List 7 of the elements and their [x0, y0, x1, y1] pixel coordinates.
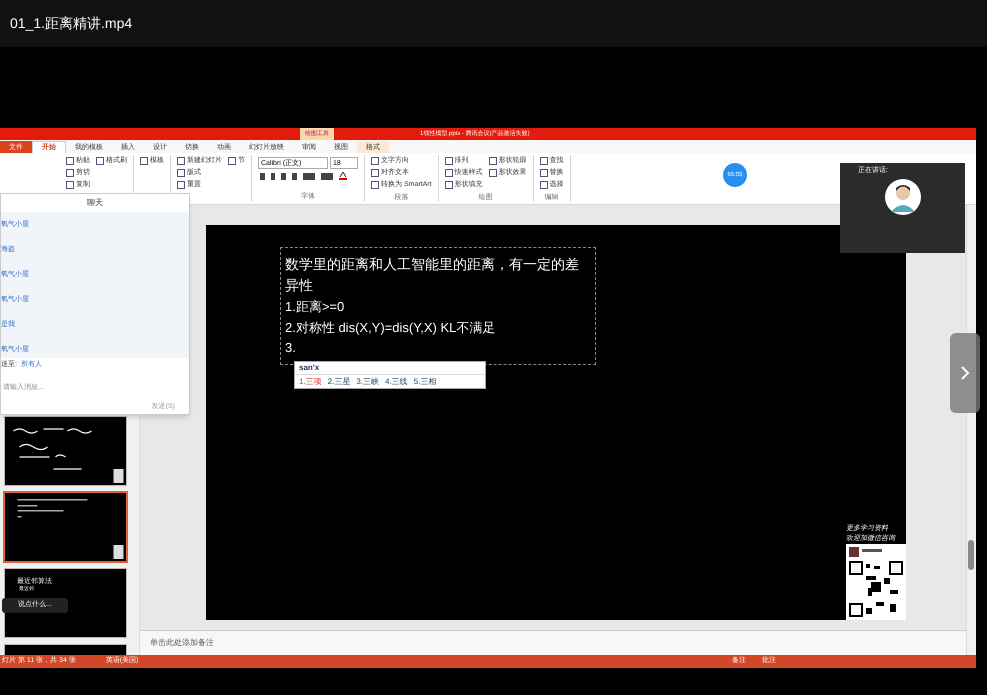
slide-text: 1.距离>=0 — [285, 298, 346, 316]
slide-text: 3. — [285, 339, 297, 358]
slide-text: 2.对称性 dis(X,Y)=dis(Y,X) KL不满足 — [285, 318, 496, 337]
chat-title: 聊天 — [87, 197, 103, 209]
ime-composition-text: san'x — [298, 362, 320, 374]
video-title: 01_1.距离精讲.mp4 — [10, 14, 132, 33]
slide-text: 数学里的距离和人工智能里的距离，有一定的差异性 — [285, 255, 580, 295]
